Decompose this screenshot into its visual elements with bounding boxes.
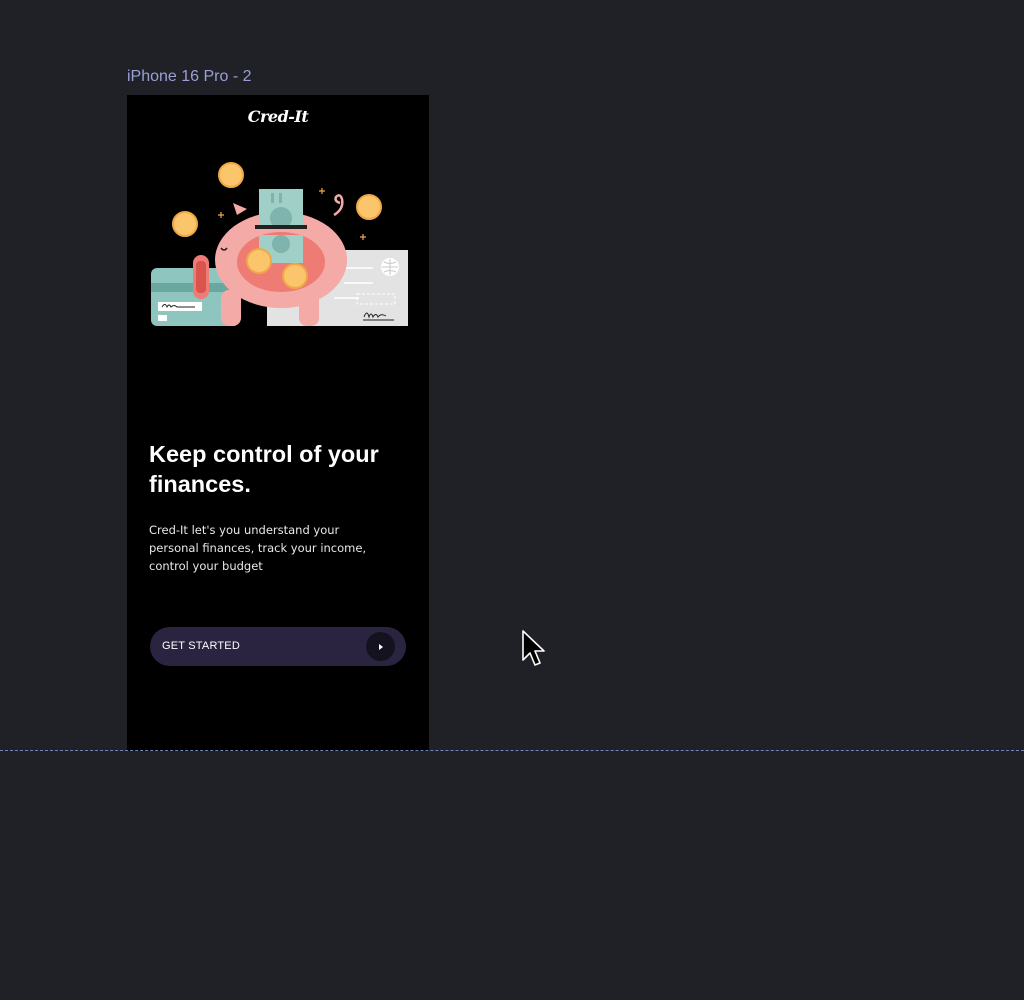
play-arrow-icon[interactable] <box>366 632 395 661</box>
design-canvas: iPhone 16 Pro - 2 Cred-It Keep control o… <box>0 0 1024 1000</box>
frame-guide-line <box>0 750 1024 751</box>
phone-frame[interactable]: Cred-It Keep control of your finances. C… <box>127 95 429 751</box>
piggy-bank-illustration <box>151 162 408 326</box>
app-logo: Cred-It <box>247 107 309 126</box>
headline: Keep control of your finances. <box>149 441 379 497</box>
description-text: Cred-It let's you understand your person… <box>149 523 367 573</box>
get-started-label: GET STARTED <box>162 640 240 652</box>
get-started-button[interactable]: GET STARTED <box>150 627 406 666</box>
frame-label[interactable]: iPhone 16 Pro - 2 <box>127 67 252 87</box>
mouse-pointer-icon <box>522 630 545 666</box>
